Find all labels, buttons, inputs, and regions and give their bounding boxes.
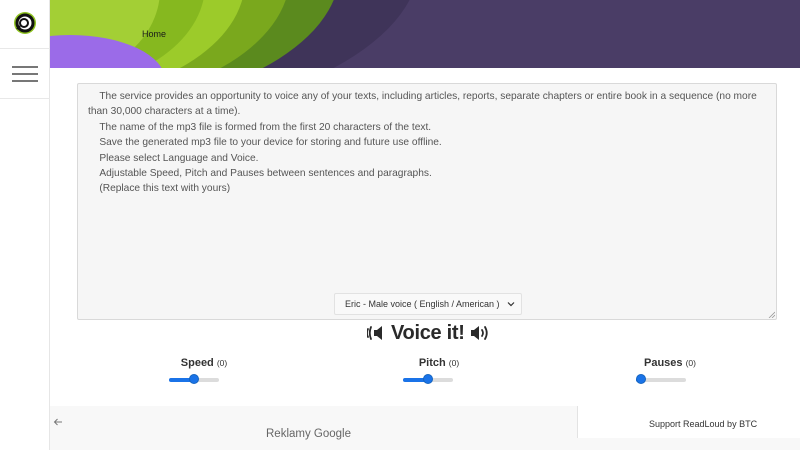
voice-select[interactable]: Eric - Male voice ( English / American ): [334, 293, 522, 315]
voice-it-button[interactable]: Voice it!: [367, 321, 489, 345]
footer-support-panel: Support ReadLoud by BTC: [578, 406, 800, 438]
hamburger-icon[interactable]: [12, 66, 38, 82]
chevron-down-icon: [507, 302, 515, 307]
sidebar-divider: [0, 48, 50, 49]
pitch-value: (0): [448, 358, 460, 368]
pitch-label: Pitch (0): [418, 357, 460, 369]
speed-control: Speed (0): [144, 357, 264, 384]
pitch-control: Pitch (0): [379, 357, 499, 384]
footer: Reklamy Google Support ReadLoud by BTC: [50, 406, 800, 450]
readloud-logo-icon[interactable]: [12, 10, 38, 36]
main-content: Eric - Male voice ( English / American )…: [50, 68, 800, 416]
support-link[interactable]: Support ReadLoud by BTC: [649, 419, 757, 429]
resize-grip-icon[interactable]: [768, 311, 775, 318]
arrow-left-icon[interactable]: [53, 417, 63, 427]
speaker-right-icon: [470, 326, 488, 340]
breadcrumb-home-link[interactable]: Home: [142, 29, 166, 39]
pauses-control: Pauses (0): [610, 357, 730, 384]
pauses-label: Pauses (0): [644, 357, 696, 369]
text-editor-container: Eric - Male voice ( English / American ): [77, 83, 777, 320]
sidebar-divider: [0, 98, 50, 99]
pauses-value: (0): [685, 358, 696, 368]
sidebar: [0, 0, 50, 450]
pauses-slider[interactable]: [636, 374, 686, 386]
speaker-left-icon: [367, 326, 382, 340]
ads-label: Reklamy Google: [266, 428, 352, 440]
speed-value: (0): [216, 358, 228, 368]
pitch-slider-thumb[interactable]: [423, 374, 433, 384]
pitch-slider[interactable]: [403, 374, 453, 386]
voice-it-label: Voice it!: [391, 321, 465, 344]
text-input[interactable]: [78, 84, 776, 319]
speed-slider-thumb[interactable]: [189, 374, 199, 384]
pauses-slider-thumb[interactable]: [636, 374, 646, 384]
speed-slider[interactable]: [169, 374, 219, 386]
speed-label: Speed (0): [180, 357, 228, 369]
header-banner: Home: [50, 0, 800, 68]
voice-select-value: Eric - Male voice ( English / American ): [345, 299, 500, 309]
